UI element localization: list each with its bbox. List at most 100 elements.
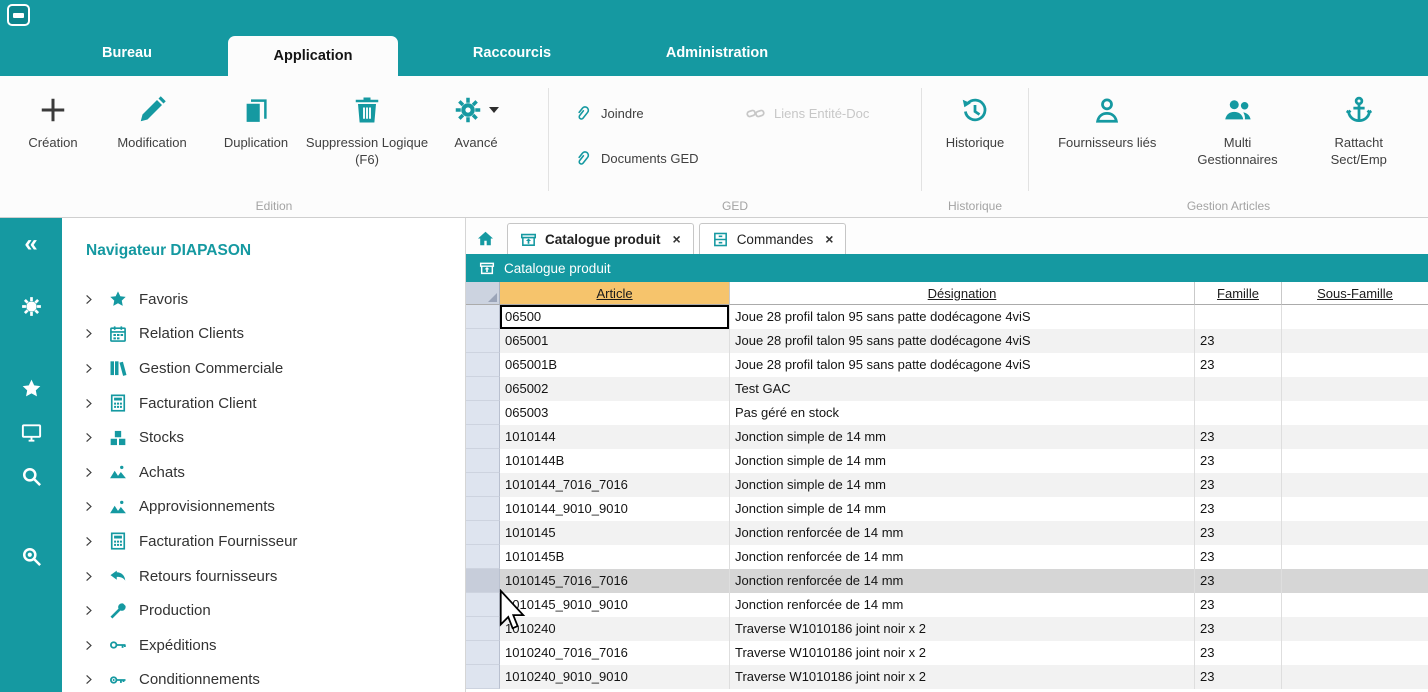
cell-famille[interactable]: 23 [1195, 641, 1282, 665]
cell-famille[interactable]: 23 [1195, 425, 1282, 449]
table-row[interactable]: 1010144_7016_7016Jonction simple de 14 m… [466, 473, 1428, 497]
row-selector[interactable] [466, 497, 500, 521]
sidebar-item-retours-fournisseurs[interactable]: Retours fournisseurs [62, 559, 465, 594]
cell-sous-famille[interactable] [1282, 377, 1428, 401]
chevron-right-icon[interactable] [82, 466, 97, 479]
duplication-button[interactable]: Duplication [208, 86, 304, 169]
cell-designation[interactable]: Traverse W1010186 joint noir x 2 [730, 617, 1195, 641]
cell-article[interactable]: 1010144_7016_7016 [500, 473, 730, 497]
row-selector[interactable] [466, 401, 500, 425]
cell-sous-famille[interactable] [1282, 569, 1428, 593]
cell-sous-famille[interactable] [1282, 593, 1428, 617]
table-row[interactable]: 065001Joue 28 profil talon 95 sans patte… [466, 329, 1428, 353]
cell-article[interactable]: 1010145_9010_9010 [500, 593, 730, 617]
table-row[interactable]: 06500Joue 28 profil talon 95 sans patte … [466, 305, 1428, 329]
cell-famille[interactable] [1195, 401, 1282, 425]
table-row[interactable]: 065002Test GAC [466, 377, 1428, 401]
cell-sous-famille[interactable] [1282, 449, 1428, 473]
column-header-designation[interactable]: Désignation [730, 282, 1195, 305]
close-icon[interactable]: × [825, 231, 833, 247]
sidebar-item-relation-clients[interactable]: Relation Clients [62, 317, 465, 352]
cell-article[interactable]: 1010145B [500, 545, 730, 569]
cell-designation[interactable]: Traverse W1010186 joint noir x 2 [730, 665, 1195, 689]
chevron-right-icon[interactable] [82, 293, 97, 306]
tab-bureau[interactable]: Bureau [62, 30, 192, 76]
liens-entite-doc-button[interactable]: Liens Entité-Doc [746, 98, 916, 128]
cell-famille[interactable] [1195, 377, 1282, 401]
cell-article[interactable]: 1010144B [500, 449, 730, 473]
cell-famille[interactable]: 23 [1195, 497, 1282, 521]
chevron-right-icon[interactable] [82, 327, 97, 340]
cell-famille[interactable]: 23 [1195, 569, 1282, 593]
cell-designation[interactable]: Traverse W1010186 joint noir x 2 [730, 641, 1195, 665]
cell-sous-famille[interactable] [1282, 473, 1428, 497]
cell-designation[interactable]: Jonction simple de 14 mm [730, 473, 1195, 497]
row-selector[interactable] [466, 545, 500, 569]
column-header-sous-famille[interactable]: Sous-Famille [1282, 282, 1428, 305]
select-all-corner[interactable] [466, 282, 500, 305]
cell-designation[interactable]: Jonction simple de 14 mm [730, 449, 1195, 473]
close-icon[interactable]: × [673, 231, 681, 247]
table-row[interactable]: 1010240_7016_7016Traverse W1010186 joint… [466, 641, 1428, 665]
cell-designation[interactable]: Test GAC [730, 377, 1195, 401]
cell-designation[interactable]: Jonction simple de 14 mm [730, 497, 1195, 521]
cell-sous-famille[interactable] [1282, 665, 1428, 689]
tab-administration[interactable]: Administration [626, 30, 808, 76]
cell-article[interactable]: 065001B [500, 353, 730, 377]
row-selector[interactable] [466, 569, 500, 593]
tab-commandes[interactable]: Commandes × [699, 223, 847, 254]
cell-famille[interactable]: 23 [1195, 329, 1282, 353]
table-row[interactable]: 065003Pas géré en stock [466, 401, 1428, 425]
cell-designation[interactable]: Joue 28 profil talon 95 sans patte dodéc… [730, 305, 1195, 329]
sidebar-item-conditionnements[interactable]: Conditionnements [62, 663, 465, 692]
cell-article[interactable]: 1010144_9010_9010 [500, 497, 730, 521]
sidebar-item-expeditions[interactable]: Expéditions [62, 628, 465, 663]
chevron-right-icon[interactable] [82, 431, 97, 444]
chevron-right-icon[interactable] [82, 639, 97, 652]
tab-catalogue-produit[interactable]: Catalogue produit × [507, 223, 694, 254]
cell-designation[interactable]: Jonction renforcée de 14 mm [730, 545, 1195, 569]
cell-famille[interactable] [1195, 305, 1282, 329]
cell-article[interactable]: 1010144 [500, 425, 730, 449]
row-selector[interactable] [466, 521, 500, 545]
joindre-button[interactable]: Joindre [573, 98, 738, 128]
column-header-famille[interactable]: Famille [1195, 282, 1282, 305]
row-selector[interactable] [466, 473, 500, 497]
cell-designation[interactable]: Joue 28 profil talon 95 sans patte dodéc… [730, 353, 1195, 377]
cell-article[interactable]: 065002 [500, 377, 730, 401]
sidebar-item-gestion-commerciale[interactable]: Gestion Commerciale [62, 351, 465, 386]
chevron-right-icon[interactable] [82, 500, 97, 513]
cell-sous-famille[interactable] [1282, 617, 1428, 641]
cell-famille[interactable]: 23 [1195, 353, 1282, 377]
table-row[interactable]: 1010145_9010_9010Jonction renforcée de 1… [466, 593, 1428, 617]
sidebar-item-approvisionnements[interactable]: Approvisionnements [62, 490, 465, 525]
row-selector[interactable] [466, 593, 500, 617]
table-row[interactable]: 1010240Traverse W1010186 joint noir x 22… [466, 617, 1428, 641]
cell-famille[interactable]: 23 [1195, 449, 1282, 473]
avance-button[interactable]: Avancé [430, 86, 522, 169]
table-row[interactable]: 1010240_9010_9010Traverse W1010186 joint… [466, 665, 1428, 689]
table-row[interactable]: 1010145_7016_7016Jonction renforcée de 1… [466, 569, 1428, 593]
cell-sous-famille[interactable] [1282, 353, 1428, 377]
tab-application[interactable]: Application [228, 36, 398, 76]
cell-article[interactable]: 06500 [500, 305, 730, 329]
cell-article[interactable]: 065001 [500, 329, 730, 353]
row-selector[interactable] [466, 665, 500, 689]
chevron-right-icon[interactable] [82, 570, 97, 583]
cell-famille[interactable]: 23 [1195, 665, 1282, 689]
chevron-right-icon[interactable] [82, 673, 97, 686]
cell-famille[interactable]: 23 [1195, 473, 1282, 497]
chevron-right-icon[interactable] [82, 535, 97, 548]
cell-article[interactable]: 1010240_7016_7016 [500, 641, 730, 665]
cell-designation[interactable]: Jonction renforcée de 14 mm [730, 593, 1195, 617]
row-selector[interactable] [466, 353, 500, 377]
sidebar-item-production[interactable]: Production [62, 593, 465, 628]
search-button[interactable] [9, 456, 53, 496]
cell-sous-famille[interactable] [1282, 305, 1428, 329]
cell-sous-famille[interactable] [1282, 401, 1428, 425]
table-row[interactable]: 065001BJoue 28 profil talon 95 sans patt… [466, 353, 1428, 377]
cell-designation[interactable]: Joue 28 profil talon 95 sans patte dodéc… [730, 329, 1195, 353]
table-row[interactable]: 1010144_9010_9010Jonction simple de 14 m… [466, 497, 1428, 521]
desktop-view-button[interactable] [9, 412, 53, 452]
row-selector[interactable] [466, 329, 500, 353]
